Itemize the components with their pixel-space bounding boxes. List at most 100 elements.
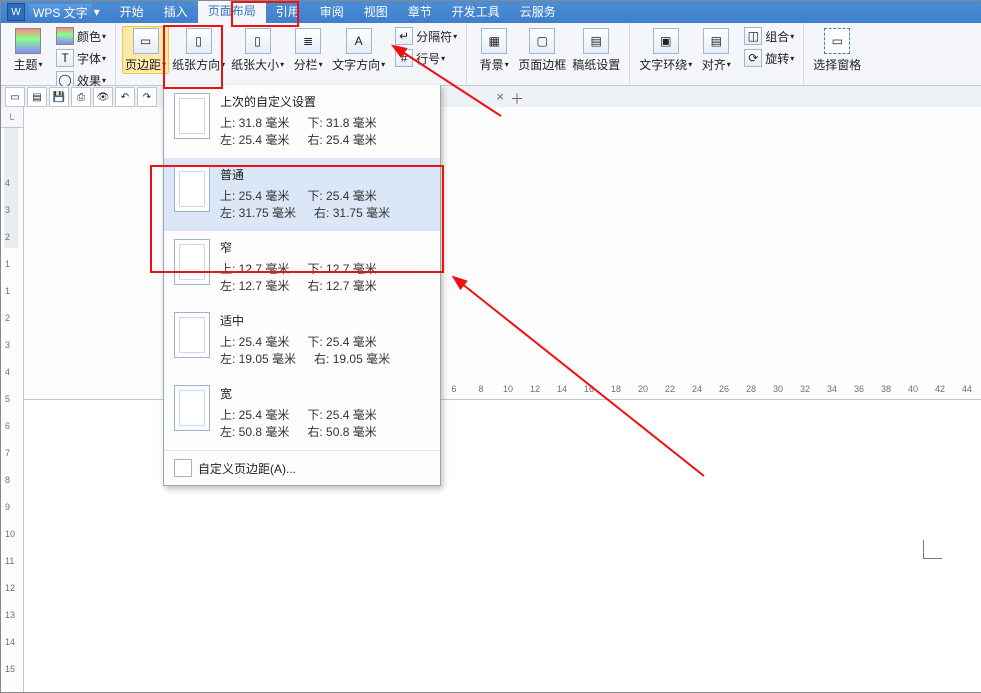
menu-tab-pagelayout[interactable]: 页面布局 [198,0,266,23]
theme-icon [15,28,41,54]
color-label: 颜色 [77,28,101,45]
wrap-label: 文字环绕 [639,56,687,73]
menu-tab-review[interactable]: 审阅 [310,0,354,23]
margin-preset-last[interactable]: 上次的自定义设置 上: 31.8 毫米下: 31.8 毫米 左: 25.4 毫米… [164,85,440,158]
font-icon: T [56,49,74,67]
wrap-button[interactable]: ▣ 文字环绕▾ [636,26,695,73]
breaks-button[interactable]: ↵分隔符▾ [392,26,460,46]
doc-tab-close-icon[interactable]: × [496,89,504,104]
margin-preset-wide[interactable]: 宽 上: 25.4 毫米下: 25.4 毫米 左: 50.8 毫米右: 50.8… [164,377,440,450]
margin-custom[interactable]: 自定义页边距(A)... [164,450,440,485]
menu-tab-strip: 开始 插入 页面布局 引用 审阅 视图 章节 开发工具 云服务 [110,1,566,23]
doc-tab-add-icon[interactable]: ＋ [510,89,524,109]
margin-preset-normal[interactable]: 普通 上: 25.4 毫米下: 25.4 毫米 左: 31.75 毫米右: 31… [164,158,440,231]
font-button[interactable]: T字体▾ [53,48,109,68]
size-button[interactable]: ▯ 纸张大小▾ [228,26,287,73]
margin-preset-title: 宽 [220,385,430,402]
qat-print-icon[interactable]: ⎙ [71,87,91,107]
ruler-corner: L [1,107,24,128]
qat-new-icon[interactable]: ▭ [5,87,25,107]
quick-access-toolbar: ▭ ▤ 💾 ⎙ 👁 ↶ ↷ × ＋ [1,86,981,109]
qat-undo-icon[interactable]: ↶ [115,87,135,107]
align-label: 对齐 [702,56,726,73]
ribbon-group-background: ▦ 背景▾ ▢ 页面边框 ▤ 稿纸设置 [467,23,630,85]
columns-icon: ≣ [295,28,321,54]
textdir-icon: A [346,28,372,54]
color-button[interactable]: 颜色▾ [53,26,109,46]
margin-preset-title: 窄 [220,239,430,256]
group-label: 组合 [765,28,789,45]
columns-label: 分栏 [294,56,318,73]
selpane-label: 选择窗格 [813,56,861,73]
app-window: W WPS 文字 ▾ 开始 插入 页面布局 引用 审阅 视图 章节 开发工具 云… [0,0,981,693]
manuscript-icon: ▤ [583,28,609,54]
margin-thumb-icon [174,312,210,358]
menu-tab-devtools[interactable]: 开发工具 [442,0,510,23]
margin-preset-narrow[interactable]: 窄 上: 12.7 毫米下: 12.7 毫米 左: 12.7 毫米右: 12.7… [164,231,440,304]
ribbon-group-theme: 主题▾ 颜色▾ T字体▾ ◯效果▾ [1,23,116,85]
qat-preview-icon[interactable]: 👁 [93,87,113,107]
menu-tab-reference[interactable]: 引用 [266,0,310,23]
vertical-ruler[interactable]: 43211234567891011121314151617 [1,128,24,692]
menu-tab-chapter[interactable]: 章节 [398,0,442,23]
background-button[interactable]: ▦ 背景▾ [473,26,515,73]
margin-custom-icon [174,459,192,477]
selpane-icon: ▭ [824,28,850,54]
margin-preset-title: 适中 [220,312,430,329]
app-title: WPS 文字 [29,4,92,21]
breaks-label: 分隔符 [416,28,452,45]
rotate-icon: ⟳ [744,49,762,67]
margin-icon: ▭ [133,28,159,54]
orientation-button[interactable]: ▯ 纸张方向▾ [169,26,228,73]
background-icon: ▦ [481,28,507,54]
background-label: 背景 [480,56,504,73]
app-logo-icon: W [7,3,25,21]
linenum-button[interactable]: #行号▾ [392,48,460,68]
margin-button[interactable]: ▭ 页边距▾ [122,26,169,74]
columns-button[interactable]: ≣ 分栏▾ [287,26,329,73]
margin-thumb-icon [174,166,210,212]
size-label: 纸张大小 [231,56,279,73]
ribbon-group-arrange: ▣ 文字环绕▾ ▤ 对齐▾ ◫组合▾ ⟳旋转▾ [630,23,804,85]
menu-tab-home[interactable]: 开始 [110,0,154,23]
manuscript-label: 稿纸设置 [572,56,620,73]
manuscript-button[interactable]: ▤ 稿纸设置 [569,26,623,73]
menu-tab-view[interactable]: 视图 [354,0,398,23]
rotate-label: 旋转 [765,50,789,67]
textdir-label: 文字方向 [332,56,380,73]
ribbon: 主题▾ 颜色▾ T字体▾ ◯效果▾ ▭ 页边距▾ ▯ 纸张方向▾ ▯ 纸张大小▾ [1,23,981,86]
linenum-icon: # [395,49,413,67]
app-title-dropdown-icon[interactable]: ▾ [92,5,102,19]
pageborder-icon: ▢ [529,28,555,54]
margin-preset-title: 普通 [220,166,430,183]
align-icon: ▤ [703,28,729,54]
wrap-icon: ▣ [653,28,679,54]
menu-tab-insert[interactable]: 插入 [154,0,198,23]
rotate-button[interactable]: ⟳旋转▾ [741,48,797,68]
margin-preset-moderate[interactable]: 适中 上: 25.4 毫米下: 25.4 毫米 左: 19.05 毫米右: 19… [164,304,440,377]
margin-dropdown: 上次的自定义设置 上: 31.8 毫米下: 31.8 毫米 左: 25.4 毫米… [163,85,441,486]
group-button[interactable]: ◫组合▾ [741,26,797,46]
orientation-icon: ▯ [186,28,212,54]
align-button[interactable]: ▤ 对齐▾ [695,26,737,73]
breaks-icon: ↵ [395,27,413,45]
margin-label: 页边距 [125,56,161,73]
theme-button[interactable]: 主题▾ [7,26,49,73]
titlebar: W WPS 文字 ▾ 开始 插入 页面布局 引用 审阅 视图 章节 开发工具 云… [1,1,981,23]
ribbon-group-pagesetup: ▭ 页边距▾ ▯ 纸张方向▾ ▯ 纸张大小▾ ≣ 分栏▾ A 文字方向▾ ↵分隔… [116,23,467,85]
ribbon-group-select: ▭ 选择窗格 [804,23,870,85]
qat-open-icon[interactable]: ▤ [27,87,47,107]
pageborder-button[interactable]: ▢ 页面边框 [515,26,569,73]
pageborder-label: 页面边框 [518,56,566,73]
qat-redo-icon[interactable]: ↷ [137,87,157,107]
menu-tab-cloud[interactable]: 云服务 [510,0,566,23]
textdir-button[interactable]: A 文字方向▾ [329,26,388,73]
qat-save-icon[interactable]: 💾 [49,87,69,107]
linenum-label: 行号 [416,50,440,67]
workspace: L 43211234567891011121314151617 68101214… [1,107,981,692]
page-corner-mark [923,540,942,559]
group-icon: ◫ [744,27,762,45]
selpane-button[interactable]: ▭ 选择窗格 [810,26,864,73]
margin-thumb-icon [174,93,210,139]
orientation-label: 纸张方向 [172,56,220,73]
